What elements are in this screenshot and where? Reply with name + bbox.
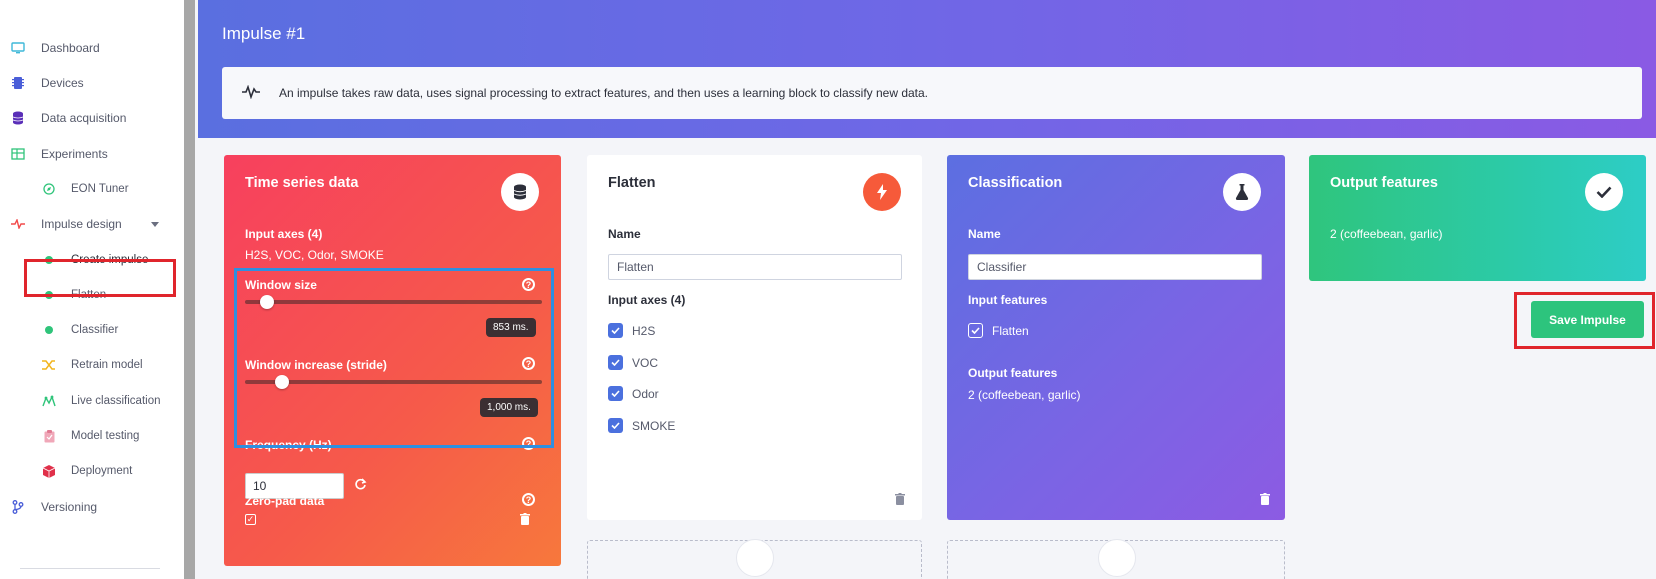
name-input[interactable]: Flatten bbox=[608, 254, 902, 280]
sidebar-item-data-acquisition[interactable]: Data acquisition bbox=[0, 104, 184, 132]
sidebar-item-experiments[interactable]: Experiments bbox=[0, 140, 184, 168]
chip-icon bbox=[10, 75, 26, 91]
add-block-icon bbox=[736, 539, 774, 577]
axis-label: Odor bbox=[632, 386, 659, 401]
pulse-icon bbox=[242, 84, 260, 102]
card-title: Time series data bbox=[245, 175, 359, 191]
bolt-icon bbox=[863, 173, 901, 211]
output-features-card: Output features 2 (coffeebean, garlic) bbox=[1309, 155, 1646, 281]
help-icon[interactable]: ? bbox=[522, 493, 535, 506]
window-settings-highlight bbox=[234, 268, 554, 448]
info-banner: An impulse takes raw data, uses signal p… bbox=[222, 67, 1642, 119]
classification-card: Classification Name Classifier Input fea… bbox=[947, 155, 1285, 520]
dot-icon bbox=[41, 322, 57, 338]
save-impulse-highlight bbox=[1514, 292, 1655, 349]
live-icon bbox=[41, 393, 57, 409]
input-axes-label: Input axes (4) bbox=[245, 227, 323, 241]
axis-checkbox-row[interactable]: SMOKE bbox=[608, 418, 675, 433]
axis-label: H2S bbox=[632, 323, 656, 338]
branch-icon bbox=[10, 499, 26, 515]
page-title: Impulse #1 bbox=[222, 24, 306, 43]
input-feature-checkbox-row[interactable]: Flatten bbox=[968, 323, 1029, 338]
pulse-icon bbox=[10, 216, 26, 232]
page-header: Impulse #1 An impulse takes raw data, us… bbox=[198, 0, 1656, 138]
shuffle-icon bbox=[41, 357, 57, 373]
checkbox-checked-icon[interactable] bbox=[608, 323, 623, 338]
database-icon bbox=[10, 110, 26, 126]
clipboard-icon bbox=[41, 428, 57, 444]
compass-icon bbox=[41, 181, 57, 197]
add-block-icon bbox=[1098, 539, 1136, 577]
card-title: Flatten bbox=[608, 175, 656, 191]
card-title: Classification bbox=[968, 175, 1063, 191]
checkbox-checked-icon[interactable] bbox=[608, 418, 623, 433]
output-features-label: Output features bbox=[968, 366, 1058, 380]
add-processing-block[interactable] bbox=[587, 539, 922, 579]
add-learning-block[interactable] bbox=[947, 539, 1285, 579]
axis-label: VOC bbox=[632, 355, 659, 370]
database-icon bbox=[501, 173, 539, 211]
create-impulse-highlight bbox=[24, 259, 176, 297]
output-features-value: 2 (coffeebean, garlic) bbox=[1330, 227, 1443, 241]
input-feature-label: Flatten bbox=[992, 323, 1029, 338]
checkbox-checked-icon[interactable] bbox=[608, 355, 623, 370]
input-axes-label: Input axes (4) bbox=[608, 293, 686, 307]
flatten-card: Flatten Name Flatten Input axes (4) H2S … bbox=[587, 155, 922, 520]
monitor-icon bbox=[10, 40, 26, 56]
sidebar-item-classifier[interactable]: Classifier bbox=[0, 316, 184, 344]
sidebar-item-eon-tuner[interactable]: EON Tuner bbox=[0, 175, 184, 203]
name-label: Name bbox=[968, 227, 1001, 241]
sidebar-item-deployment[interactable]: Deployment bbox=[0, 457, 184, 485]
sidebar-item-devices[interactable]: Devices bbox=[0, 69, 184, 97]
checkmark-icon bbox=[1585, 173, 1623, 211]
axis-checkbox-row[interactable]: H2S bbox=[608, 323, 655, 338]
input-axes-value: H2S, VOC, Odor, SMOKE bbox=[245, 248, 384, 262]
table-icon bbox=[10, 146, 26, 162]
zero-pad-label: Zero-pad data bbox=[245, 494, 325, 508]
input-features-label: Input features bbox=[968, 293, 1048, 307]
sidebar-item-impulse-design[interactable]: Impulse design bbox=[0, 210, 184, 238]
trash-icon[interactable] bbox=[520, 513, 530, 528]
name-input[interactable]: Classifier bbox=[968, 254, 1262, 280]
sidebar-scrollbar[interactable] bbox=[184, 0, 195, 579]
sidebar-divider bbox=[20, 568, 160, 569]
cube-icon bbox=[41, 463, 57, 479]
axis-label: SMOKE bbox=[632, 418, 676, 433]
checkbox-checked-icon[interactable] bbox=[968, 323, 983, 338]
sidebar-item-live-classification[interactable]: Live classification bbox=[0, 387, 184, 415]
info-text: An impulse takes raw data, uses signal p… bbox=[279, 86, 929, 100]
sidebar-item-retrain-model[interactable]: Retrain model bbox=[0, 351, 184, 379]
trash-icon[interactable] bbox=[895, 493, 905, 508]
axis-checkbox-row[interactable]: Odor bbox=[608, 386, 659, 401]
axis-checkbox-row[interactable]: VOC bbox=[608, 355, 658, 370]
flask-icon bbox=[1223, 173, 1261, 211]
output-features-value: 2 (coffeebean, garlic) bbox=[968, 388, 1081, 402]
name-label: Name bbox=[608, 227, 641, 241]
chevron-down-icon bbox=[151, 222, 159, 227]
sidebar: Dashboard Devices Data acquisition Exper… bbox=[0, 0, 184, 579]
sidebar-item-versioning[interactable]: Versioning bbox=[0, 493, 184, 521]
sidebar-item-model-testing[interactable]: Model testing bbox=[0, 422, 184, 450]
card-title: Output features bbox=[1330, 175, 1438, 191]
checkbox-checked-icon[interactable] bbox=[608, 386, 623, 401]
zero-pad-checkbox[interactable]: ✓ bbox=[245, 514, 256, 525]
sidebar-item-dashboard[interactable]: Dashboard bbox=[0, 34, 184, 62]
trash-icon[interactable] bbox=[1260, 493, 1270, 508]
refresh-icon[interactable] bbox=[354, 478, 367, 494]
